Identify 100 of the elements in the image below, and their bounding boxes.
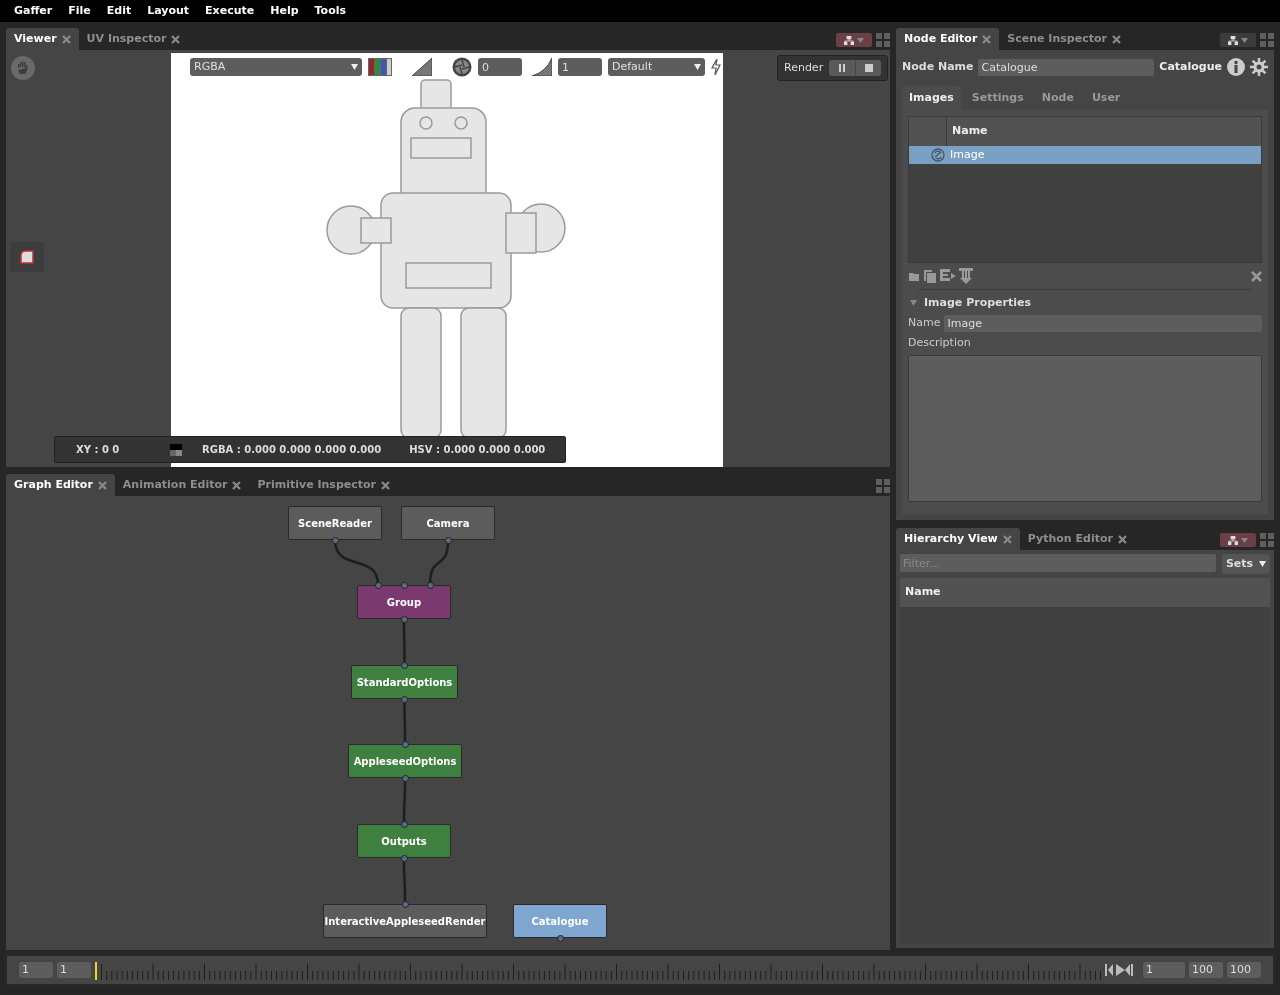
name-label: Name [908, 315, 941, 332]
graph-node[interactable]: AppleseedOptions [348, 744, 462, 778]
number-field[interactable]: 1 [558, 58, 602, 76]
graph-node[interactable]: Group [357, 585, 451, 619]
panel-tab[interactable]: Graph Editor [6, 474, 115, 496]
current-frame-marker[interactable] [95, 962, 97, 980]
folder-icon[interactable] [908, 270, 920, 282]
panel-tab[interactable]: Viewer [6, 28, 79, 50]
grid-layout-icon[interactable] [1260, 33, 1274, 47]
menu-item[interactable]: Edit [98, 2, 140, 20]
node-name-field[interactable]: Catalogue [978, 58, 1155, 76]
export-icon[interactable] [940, 269, 956, 283]
graph-node[interactable]: Outputs [357, 824, 451, 858]
display-transform-dropdown[interactable]: Default [608, 58, 705, 76]
lightning-icon[interactable] [711, 59, 721, 75]
number-field[interactable]: 0 [478, 58, 522, 76]
current-frame-field[interactable]: 1 [57, 962, 91, 978]
section-tab[interactable]: Node [1034, 86, 1081, 110]
caret-icon [694, 64, 701, 70]
menu-item[interactable]: File [60, 2, 99, 20]
section-title[interactable]: Image Properties [924, 294, 1031, 312]
close-icon[interactable] [97, 480, 107, 490]
plug-icon[interactable] [401, 740, 409, 748]
panel-tab[interactable]: Node Editor [896, 28, 1000, 50]
layout-menu-button[interactable] [1220, 533, 1256, 547]
aperture-icon[interactable] [452, 57, 472, 77]
column-header[interactable]: Name [900, 578, 1270, 607]
sets-button[interactable]: Sets [1222, 554, 1270, 574]
hsv-readout: HSV : 0.000 0.000 0.000 [409, 443, 546, 457]
plug-icon[interactable] [401, 661, 408, 669]
plug-icon[interactable] [401, 774, 409, 782]
stop-button[interactable] [855, 60, 882, 76]
section-tab[interactable]: Settings [964, 86, 1031, 110]
graph-node[interactable]: Camera [401, 506, 495, 540]
panel-tab[interactable]: UV Inspector [78, 28, 189, 50]
caret-icon [351, 64, 358, 70]
caret-icon [1241, 537, 1248, 543]
close-icon[interactable] [982, 34, 992, 44]
frame-field[interactable]: 1 [1143, 962, 1185, 978]
plug-icon[interactable] [400, 820, 408, 828]
channel-swatch-icon[interactable] [368, 58, 392, 76]
gamma-icon[interactable] [532, 58, 552, 76]
color-swatch-icon [170, 443, 182, 456]
panel-tab[interactable]: Scene Inspector [999, 28, 1129, 50]
pixel-coordinates: XY : 0 0 [76, 443, 121, 457]
plug-icon[interactable] [401, 900, 409, 908]
close-icon[interactable] [1111, 34, 1121, 44]
graph-node[interactable]: StandardOptions [351, 665, 458, 699]
menu-item[interactable]: Layout [139, 2, 198, 20]
plug-icon[interactable] [331, 536, 339, 544]
name-field[interactable]: Image [944, 315, 1262, 332]
plug-icon[interactable] [426, 581, 434, 589]
menu-item[interactable]: Tools [306, 2, 355, 20]
duplicate-icon[interactable] [923, 269, 937, 283]
settings-icon[interactable] [1250, 58, 1268, 76]
close-icon[interactable] [232, 480, 242, 490]
close-icon[interactable] [171, 34, 181, 44]
panel-tab[interactable]: Hierarchy View [896, 528, 1020, 550]
start-frame-field[interactable]: 1 [19, 962, 53, 978]
image-row[interactable]: Image [909, 146, 1261, 164]
clipping-icon[interactable] [412, 58, 432, 76]
menu-item[interactable]: Gaffer [6, 2, 61, 20]
panel-tab[interactable]: Animation Editor [114, 474, 250, 496]
close-icon[interactable] [381, 480, 390, 490]
graph-node[interactable]: SceneReader [288, 506, 382, 540]
plug-icon[interactable] [400, 615, 408, 623]
plug-icon[interactable] [401, 695, 408, 703]
remove-icon[interactable] [1251, 270, 1262, 282]
section-tab[interactable]: Images [902, 86, 961, 110]
description-field[interactable] [908, 354, 1262, 502]
hierarchy-icon [1228, 35, 1238, 45]
channel-dropdown[interactable]: RGBA [190, 58, 362, 76]
close-icon[interactable] [1117, 534, 1127, 544]
panel-tab[interactable]: Python Editor [1019, 528, 1135, 550]
end-frame-field[interactable]: 100 [1189, 962, 1223, 978]
plug-icon[interactable] [374, 581, 382, 589]
info-icon[interactable] [1227, 58, 1245, 76]
range-end-field[interactable]: 100 [1227, 962, 1261, 978]
layout-menu-button[interactable] [836, 33, 872, 47]
section-tab[interactable]: User [1084, 86, 1128, 110]
close-icon[interactable] [61, 34, 71, 44]
graph-node[interactable]: InteractiveAppleseedRender [323, 904, 487, 938]
grid-layout-icon[interactable] [1260, 533, 1274, 547]
expand-triangle-icon[interactable] [910, 300, 917, 306]
caret-icon [1259, 561, 1267, 567]
hand-tool-icon[interactable] [11, 56, 35, 80]
plug-icon[interactable] [444, 536, 452, 544]
menu-item[interactable]: Execute [197, 2, 263, 20]
close-icon[interactable] [1002, 534, 1012, 544]
layout-menu-button[interactable] [1220, 33, 1256, 47]
plug-icon[interactable] [556, 934, 564, 942]
pause-button[interactable] [829, 60, 856, 76]
grid-layout-icon[interactable] [876, 479, 890, 493]
plug-icon[interactable] [400, 854, 408, 862]
panel-tab[interactable]: Primitive Inspector [249, 474, 398, 496]
extract-icon[interactable] [959, 268, 973, 284]
menu-item[interactable]: Help [262, 2, 307, 20]
crop-tool-button[interactable] [10, 242, 44, 272]
plug-icon[interactable] [400, 581, 408, 589]
grid-layout-icon[interactable] [876, 33, 890, 47]
